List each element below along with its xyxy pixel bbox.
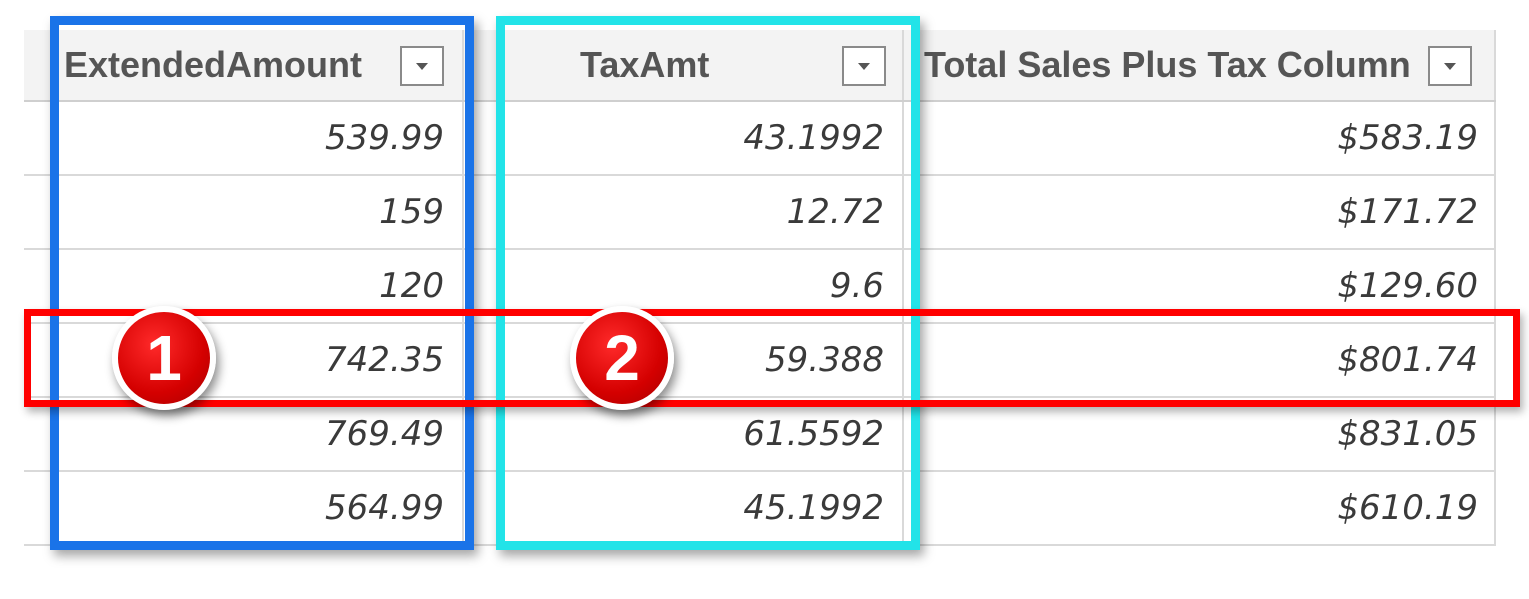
cell-value: 59.388 [765, 340, 884, 380]
cell-total-sales-plus-tax[interactable]: $129.60 [904, 250, 1496, 322]
cell-taxamt[interactable]: 45.1992 [464, 472, 904, 544]
cell-taxamt[interactable]: 59.388 [464, 324, 904, 396]
cell-value: 539.99 [325, 118, 444, 158]
cell-value: $801.74 [1337, 340, 1478, 380]
cell-extendedamount[interactable]: 539.99 [24, 102, 464, 174]
column-header-taxamt[interactable]: TaxAmt [464, 30, 904, 100]
cell-value: $583.19 [1337, 118, 1478, 158]
table-row[interactable]: 120 9.6 $129.60 [24, 250, 1496, 324]
cell-value: 45.1992 [743, 488, 884, 528]
cell-value: 159 [379, 192, 444, 232]
cell-value: $831.05 [1337, 414, 1478, 454]
cell-extendedamount[interactable]: 769.49 [24, 398, 464, 470]
cell-extendedamount[interactable]: 564.99 [24, 472, 464, 544]
cell-value: $129.60 [1337, 266, 1478, 306]
column-header-label: Total Sales Plus Tax Column [924, 44, 1411, 85]
cell-value: 61.5592 [743, 414, 884, 454]
table-row[interactable]: 769.49 61.5592 $831.05 [24, 398, 1496, 472]
cell-value: $610.19 [1337, 488, 1478, 528]
column-header-label: ExtendedAmount [64, 44, 363, 85]
cell-total-sales-plus-tax[interactable]: $801.74 [904, 324, 1496, 396]
callout-badge-2: 2 [570, 306, 674, 410]
cell-total-sales-plus-tax[interactable]: $831.05 [904, 398, 1496, 470]
table-header-row: ExtendedAmount TaxAmt Total Sales Plus T… [24, 30, 1496, 102]
column-header-label: TaxAmt [580, 44, 710, 85]
cell-extendedamount[interactable]: 120 [24, 250, 464, 322]
cell-taxamt[interactable]: 9.6 [464, 250, 904, 322]
cell-value: 43.1992 [743, 118, 884, 158]
cell-extendedamount[interactable]: 742.35 [24, 324, 464, 396]
column-header-extendedamount[interactable]: ExtendedAmount [24, 30, 464, 100]
cell-value: $171.72 [1337, 192, 1478, 232]
cell-value: 120 [379, 266, 444, 306]
callout-badge-1: 1 [112, 306, 216, 410]
cell-value: 12.72 [786, 192, 884, 232]
table-row[interactable]: 564.99 45.1992 $610.19 [24, 472, 1496, 546]
cell-total-sales-plus-tax[interactable]: $583.19 [904, 102, 1496, 174]
filter-dropdown-icon[interactable] [1428, 46, 1472, 86]
cell-value: 9.6 [829, 266, 884, 306]
table-row[interactable]: 159 12.72 $171.72 [24, 176, 1496, 250]
filter-dropdown-icon[interactable] [400, 46, 444, 86]
cell-total-sales-plus-tax[interactable]: $171.72 [904, 176, 1496, 248]
table-row[interactable]: 539.99 43.1992 $583.19 [24, 102, 1496, 176]
cell-value: 769.49 [325, 414, 444, 454]
cell-value: 742.35 [325, 340, 444, 380]
cell-taxamt[interactable]: 12.72 [464, 176, 904, 248]
cell-value: 564.99 [325, 488, 444, 528]
table-row[interactable]: 742.35 59.388 $801.74 [24, 324, 1496, 398]
cell-taxamt[interactable]: 43.1992 [464, 102, 904, 174]
cell-extendedamount[interactable]: 159 [24, 176, 464, 248]
cell-taxamt[interactable]: 61.5592 [464, 398, 904, 470]
cell-total-sales-plus-tax[interactable]: $610.19 [904, 472, 1496, 544]
filter-dropdown-icon[interactable] [842, 46, 886, 86]
column-header-total-sales-plus-tax[interactable]: Total Sales Plus Tax Column [904, 30, 1496, 100]
